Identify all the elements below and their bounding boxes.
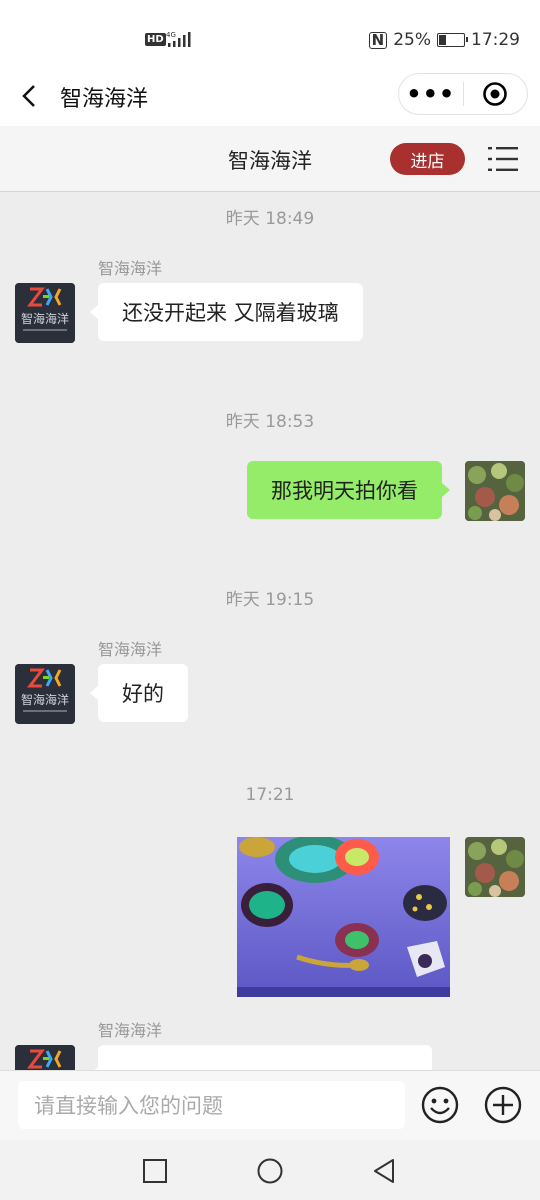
hd-badge: HD — [145, 33, 166, 46]
chat-message-list[interactable]: 昨天 18:49 智海海洋 智海海洋 还没开起来 又隔着玻璃 昨天 18:53 … — [0, 192, 540, 1070]
enter-store-button[interactable]: 进店 — [390, 143, 465, 175]
user-avatar-image — [465, 461, 525, 521]
outgoing-message-bubble[interactable]: 那我明天拍你看 — [247, 461, 450, 519]
signal-icon: 4G — [166, 31, 191, 47]
message-input[interactable]: 请直接输入您的问题 — [18, 1081, 405, 1129]
emoji-icon[interactable] — [420, 1085, 460, 1125]
logo-text: 智海海洋 — [21, 692, 69, 707]
sender-name: 智海海洋 — [98, 1021, 163, 1040]
network-type-label: 4G — [166, 31, 176, 39]
sender-name: 智海海洋 — [98, 259, 163, 278]
back-arrow-icon[interactable] — [20, 82, 40, 110]
shop-logo-icon: 智海海洋 — [15, 283, 75, 343]
user-avatar-image — [465, 837, 525, 897]
shop-logo-icon: 智海海洋 — [15, 664, 75, 724]
user-avatar[interactable] — [465, 461, 525, 521]
nav-title: 智海海洋 — [60, 87, 149, 112]
timestamp: 昨天 19:15 — [225, 590, 315, 610]
nav-bar: 智海海洋 ••• — [0, 66, 540, 126]
incoming-message-bubble-partial[interactable] — [90, 1045, 432, 1070]
system-nav-bar — [0, 1140, 540, 1200]
recents-square-icon[interactable] — [141, 1157, 169, 1185]
shop-logo-icon — [15, 1045, 75, 1070]
target-icon[interactable] — [464, 74, 528, 114]
mini-program-capsule: ••• — [398, 73, 528, 115]
home-circle-icon[interactable] — [256, 1157, 284, 1185]
menu-icon[interactable] — [488, 145, 518, 173]
shop-header: 智海海洋 进店 — [0, 126, 540, 192]
user-avatar[interactable] — [465, 837, 525, 897]
shop-avatar[interactable] — [15, 1045, 75, 1070]
incoming-message-bubble[interactable]: 好的 — [90, 664, 188, 722]
timestamp: 17:21 — [245, 785, 295, 805]
back-triangle-icon[interactable] — [371, 1157, 399, 1185]
plus-icon[interactable] — [483, 1085, 523, 1125]
shop-avatar[interactable]: 智海海洋 — [15, 664, 75, 724]
clock: 17:29 — [471, 30, 520, 50]
battery-icon — [437, 33, 468, 47]
timestamp: 昨天 18:53 — [225, 412, 315, 432]
aquarium-photo — [237, 837, 450, 997]
status-bar: HD 4G N 25% 17:29 — [0, 0, 540, 66]
image-message[interactable] — [237, 837, 450, 997]
battery-percent: 25% — [393, 30, 431, 50]
sender-name: 智海海洋 — [98, 640, 163, 659]
nfc-icon: N — [368, 31, 388, 49]
more-dots-icon[interactable]: ••• — [399, 74, 463, 114]
input-bar: 请直接输入您的问题 — [0, 1070, 540, 1140]
battery-level — [439, 35, 446, 45]
logo-text: 智海海洋 — [21, 311, 69, 326]
incoming-message-bubble[interactable]: 还没开起来 又隔着玻璃 — [90, 283, 363, 341]
shop-avatar[interactable]: 智海海洋 — [15, 283, 75, 343]
status-right: N 25% 17:29 — [368, 30, 520, 50]
timestamp: 昨天 18:49 — [225, 209, 315, 229]
